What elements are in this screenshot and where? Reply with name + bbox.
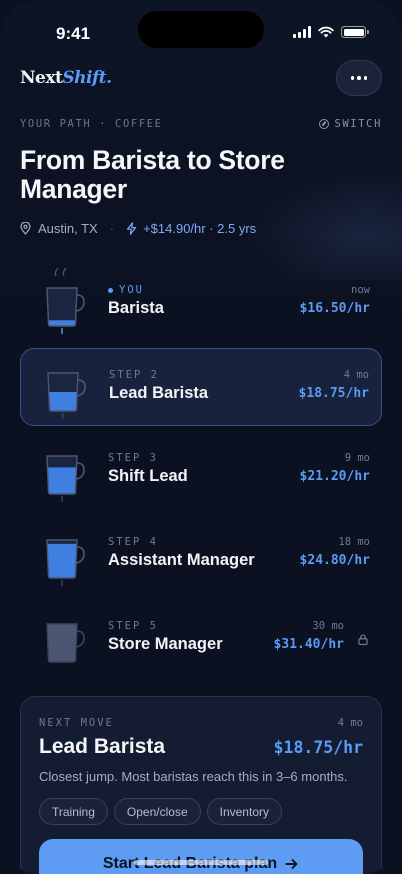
step-row-store-manager[interactable]: STEP 5 Store Manager 30 mo $31.40/hr [20,600,382,678]
page-title: From Barista to Store Manager [20,145,285,204]
battery-icon [341,26,369,38]
chip-inventory[interactable]: Inventory [206,798,282,825]
step-pay: $21.20/hr [299,469,370,484]
next-move-pay: $18.75/hr [273,738,363,757]
status-time: 9:41 [56,24,91,43]
compass-icon [319,119,330,129]
step-label: STEP 4 [108,536,158,548]
more-icon [350,76,355,80]
step-time: 9 mo [344,452,370,464]
steam-icon [54,267,67,277]
meta-separator: · [109,220,115,236]
more-button[interactable] [336,60,382,96]
step-row-barista[interactable]: YOU Barista now $16.50/hr [20,264,382,342]
signal-icon [293,26,311,38]
step-pay: $24.80/hr [299,553,370,568]
next-move-description: Closest jump. Most baristas reach this i… [39,769,348,784]
step-time: 18 mo [338,536,370,548]
cup-icon [42,614,92,670]
next-move-title: Lead Barista [39,735,166,758]
step-pay: $31.40/hr [273,637,344,652]
status-icons [293,26,369,38]
step-row-assistant-manager[interactable]: STEP 4 Assistant Manager 18 mo $24.80/hr [20,516,382,594]
step-name: Assistant Manager [108,551,255,569]
step-time: 30 mo [312,620,344,632]
logo-main: Next [20,68,63,88]
step-name: Barista [108,299,164,317]
step-pay: $16.50/hr [299,301,370,316]
lock-icon [358,634,368,645]
step-row-shift-lead[interactable]: STEP 3 Shift Lead 9 mo $21.20/hr [20,432,382,510]
switch-button[interactable]: SWITCH [319,118,382,130]
path-meta: Austin, TX · +$14.90/hr · 2.5 yrs [20,219,256,237]
start-plan-button[interactable]: Start Lead Barista plan [39,839,363,874]
status-bar: 9:41 [0,0,402,60]
step-label: STEP 2 [109,369,159,381]
cup-icon [43,363,93,419]
current-dot [108,287,113,293]
wifi-icon [318,26,334,38]
chip-open-close[interactable]: Open/close [113,798,201,825]
dynamic-island [138,11,264,48]
step-time: 4 mo [343,369,369,381]
arrow-right-icon [285,859,298,869]
step-name: Shift Lead [108,467,188,485]
home-indicator [134,860,268,865]
cup-icon [42,267,92,334]
next-move-card: NEXT MOVE 4 mo Lead Barista $18.75/hr Cl… [20,696,382,874]
step-label: STEP 5 [108,620,158,632]
step-label: STEP 3 [108,452,158,464]
step-label: YOU [108,284,144,296]
step-label-text: YOU [119,284,144,296]
app-logo[interactable]: NextShift. [20,68,112,88]
switch-label: SWITCH [334,118,382,130]
step-name: Lead Barista [109,384,209,402]
chip-training[interactable]: Training [39,798,108,825]
step-time: now [351,284,370,296]
pin-icon [20,221,31,235]
cup-icon [42,530,92,586]
next-move-label: NEXT MOVE [39,717,114,729]
next-move-time: 4 mo [337,717,363,729]
path-label: YOUR PATH · COFFEE [20,118,163,130]
path-row: YOUR PATH · COFFEE SWITCH [20,118,382,134]
growth-text: +$14.90/hr · 2.5 yrs [143,220,257,236]
app-screen: 9:41 NextShift. YOUR PATH · COFFEE SWITC… [0,0,402,874]
location-text: Austin, TX [38,220,98,236]
step-row-lead-barista[interactable]: STEP 2 Lead Barista 4 mo $18.75/hr [20,348,382,426]
skill-chips: Training Open/close Inventory [39,798,282,825]
step-name: Store Manager [108,635,223,653]
logo-accent: Shift. [62,68,112,88]
bolt-icon [126,221,137,235]
step-pay: $18.75/hr [298,386,369,401]
cup-icon [42,446,92,502]
